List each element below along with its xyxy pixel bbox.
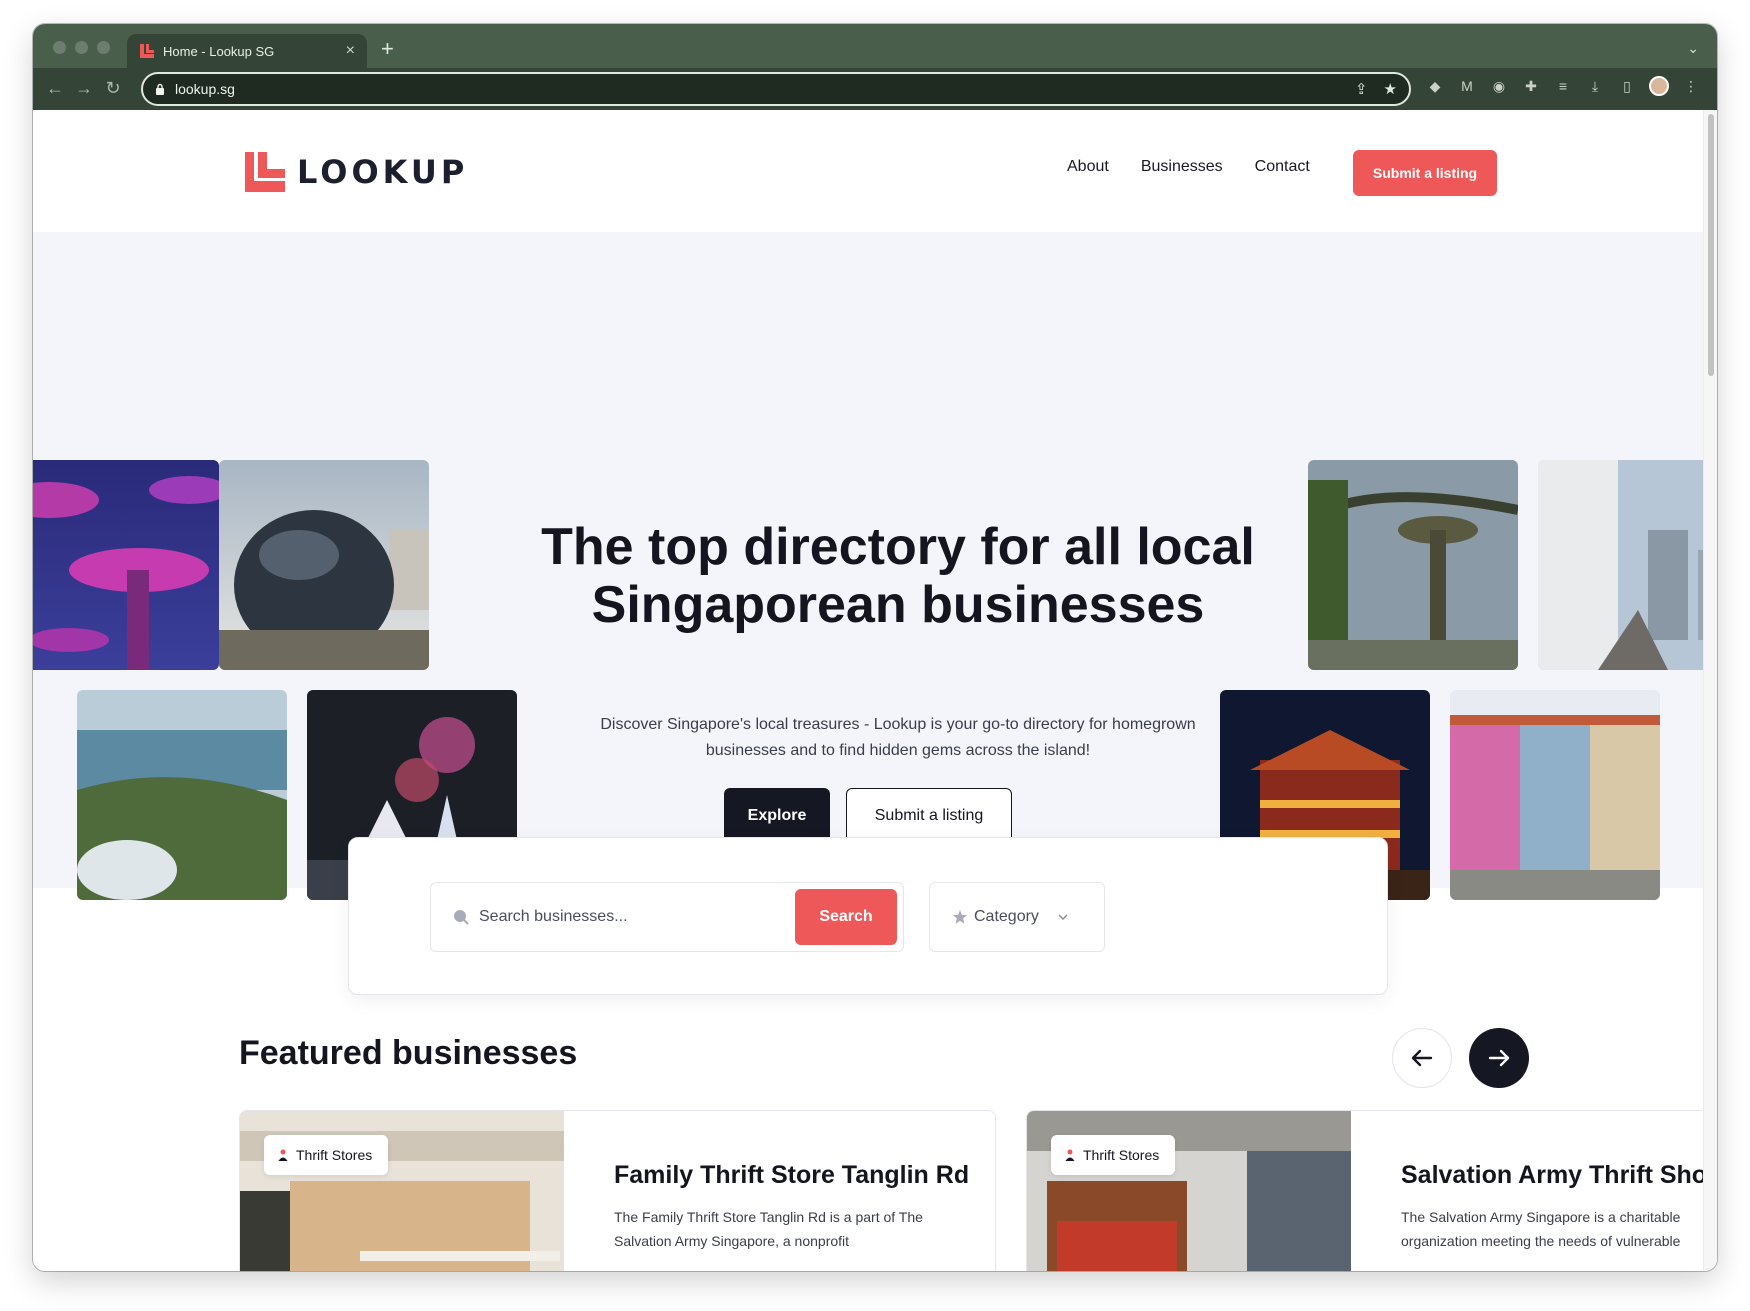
carousel-next-button[interactable]	[1469, 1028, 1529, 1088]
arrow-right-icon	[1488, 1049, 1510, 1067]
forward-arrow-icon[interactable]: →	[72, 76, 96, 100]
hero-section: The top directory for all local Singapor…	[33, 232, 1703, 900]
extension-icons: ◆ M ◉ ✚ ≡ ⤓ ▯ ⋮	[1425, 76, 1701, 96]
submit-listing-button[interactable]: Submit a listing	[1353, 150, 1497, 196]
lock-icon	[156, 83, 164, 95]
browser-window: Home - Lookup SG × + ⌄ ← → ↻ lookup.sg ⇪…	[33, 24, 1717, 1271]
window-controls	[53, 41, 110, 54]
hero-photo-shophouse-alley	[1538, 460, 1703, 670]
search-card: Search Category	[348, 837, 1388, 995]
extension-cube-icon[interactable]: ◆	[1425, 76, 1445, 96]
business-name[interactable]: Family Thrift Store Tanglin Rd	[614, 1161, 969, 1190]
category-label: Category	[974, 908, 1039, 925]
browser-toolbar: ← → ↻ lookup.sg ⇪ ★ ◆ M ◉ ✚ ≡ ⤓ ▯ ⋮	[33, 68, 1717, 110]
logo-mark-icon	[245, 152, 285, 192]
nav-contact-link[interactable]: Contact	[1255, 158, 1310, 176]
star-icon	[953, 910, 967, 924]
browser-tab[interactable]: Home - Lookup SG ×	[127, 34, 367, 68]
tab-title: Home - Lookup SG	[163, 43, 275, 59]
hero-photo-colorful-shophouses	[1450, 690, 1660, 900]
tab-strip: Home - Lookup SG × + ⌄	[33, 24, 1717, 68]
business-description: The Salvation Army Singapore is a charit…	[1401, 1209, 1681, 1249]
category-tag[interactable]: Thrift Stores	[264, 1135, 389, 1175]
bookmark-star-icon[interactable]: ★	[1384, 80, 1397, 98]
main-nav: About Businesses Contact	[1067, 158, 1310, 176]
logo-text: LOOKUP	[297, 153, 469, 191]
profile-avatar[interactable]	[1649, 76, 1669, 96]
hero-photo-supertrees-night	[33, 460, 219, 670]
hero-photo-apple-dome	[219, 460, 429, 670]
hero-photo-supertrees-day	[1308, 460, 1518, 670]
close-window-button[interactable]	[53, 41, 66, 54]
business-card[interactable]: Thrift Stores Family Thrift Store Tangli…	[239, 1110, 996, 1271]
nav-businesses-link[interactable]: Businesses	[1141, 158, 1223, 176]
hero-subtitle: Discover Singapore's local treasures - L…	[600, 716, 1196, 759]
search-icon	[454, 910, 469, 925]
hero-photo-aerial-coast	[77, 690, 287, 900]
tab-search-chevron-icon[interactable]: ⌄	[1687, 40, 1699, 57]
arrow-left-icon	[1411, 1049, 1433, 1067]
carousel-prev-button[interactable]	[1392, 1028, 1452, 1088]
search-box: Search	[430, 882, 904, 952]
person-pin-icon	[278, 1149, 288, 1161]
web-page: LOOKUP About Businesses Contact Submit a…	[33, 110, 1703, 1271]
share-icon[interactable]: ⇪	[1355, 80, 1368, 98]
person-pin-icon	[1065, 1149, 1075, 1161]
reading-list-icon[interactable]: ≡	[1553, 76, 1573, 96]
search-button[interactable]: Search	[795, 889, 897, 945]
nav-about-link[interactable]: About	[1067, 158, 1109, 176]
site-header: LOOKUP About Businesses Contact Submit a…	[33, 110, 1703, 232]
category-tag-label: Thrift Stores	[1083, 1147, 1160, 1163]
tab-close-icon[interactable]: ×	[346, 43, 355, 59]
extension-m-icon[interactable]: M	[1457, 76, 1477, 96]
explore-button[interactable]: Explore	[724, 788, 830, 844]
hero-submit-listing-button[interactable]: Submit a listing	[846, 788, 1012, 844]
extension-circle-icon[interactable]: ◉	[1489, 76, 1509, 96]
business-card[interactable]: Thrift Stores Salvation Army Thrift Shop…	[1026, 1110, 1703, 1271]
browser-chrome: Home - Lookup SG × + ⌄ ← → ↻ lookup.sg ⇪…	[33, 24, 1717, 110]
url-text: lookup.sg	[175, 81, 235, 97]
minimize-window-button[interactable]	[75, 41, 88, 54]
side-panel-icon[interactable]: ▯	[1617, 76, 1637, 96]
chevron-down-icon	[1058, 914, 1068, 921]
search-input[interactable]	[479, 908, 789, 926]
hero-title: The top directory for all local Singapor…	[541, 518, 1255, 634]
business-name[interactable]: Salvation Army Thrift Shop	[1401, 1161, 1703, 1190]
back-arrow-icon[interactable]: ←	[43, 76, 67, 100]
new-tab-button[interactable]: +	[381, 38, 394, 60]
scrollbar-thumb[interactable]	[1708, 114, 1714, 376]
site-logo[interactable]: LOOKUP	[243, 150, 468, 194]
zoom-window-button[interactable]	[97, 41, 110, 54]
category-tag-label: Thrift Stores	[296, 1147, 373, 1163]
category-dropdown[interactable]: Category	[929, 882, 1105, 952]
business-description: The Family Thrift Store Tanglin Rd is a …	[614, 1209, 923, 1249]
browser-menu-icon[interactable]: ⋮	[1681, 76, 1701, 96]
address-bar[interactable]: lookup.sg ⇪ ★	[141, 72, 1411, 106]
extensions-puzzle-icon[interactable]: ✚	[1521, 76, 1541, 96]
reload-icon[interactable]: ↻	[101, 76, 125, 100]
page-scrollbar[interactable]	[1703, 110, 1717, 1271]
favicon-icon	[140, 44, 154, 58]
category-tag[interactable]: Thrift Stores	[1051, 1135, 1176, 1175]
download-icon[interactable]: ⤓	[1585, 76, 1605, 96]
featured-title: Featured businesses	[239, 1034, 578, 1072]
